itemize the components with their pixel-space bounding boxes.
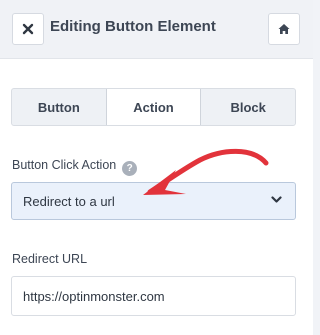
click-action-value: Redirect to a url	[23, 193, 115, 209]
click-action-label-text: Button Click Action	[12, 158, 117, 172]
editor-header: Editing Button Element	[0, 0, 313, 59]
close-icon	[22, 23, 34, 35]
chevron-down-icon	[271, 196, 282, 203]
settings-panel: Button Action Block Button Click Action?…	[0, 59, 313, 335]
click-action-label: Button Click Action?	[12, 158, 138, 176]
tab-bar: Button Action Block	[11, 88, 296, 126]
click-action-select[interactable]: Redirect to a url	[11, 182, 296, 220]
help-icon[interactable]: ?	[122, 161, 138, 176]
home-icon	[278, 24, 290, 34]
home-button[interactable]	[268, 13, 300, 45]
tab-block[interactable]: Block	[201, 89, 295, 125]
redirect-url-input[interactable]: https://optinmonster.com	[11, 276, 296, 316]
close-button[interactable]	[12, 13, 44, 45]
tab-action[interactable]: Action	[105, 89, 202, 125]
tab-button[interactable]: Button	[12, 89, 106, 125]
panel-title: Editing Button Element	[50, 18, 216, 35]
redirect-url-label: Redirect URL	[12, 252, 88, 266]
